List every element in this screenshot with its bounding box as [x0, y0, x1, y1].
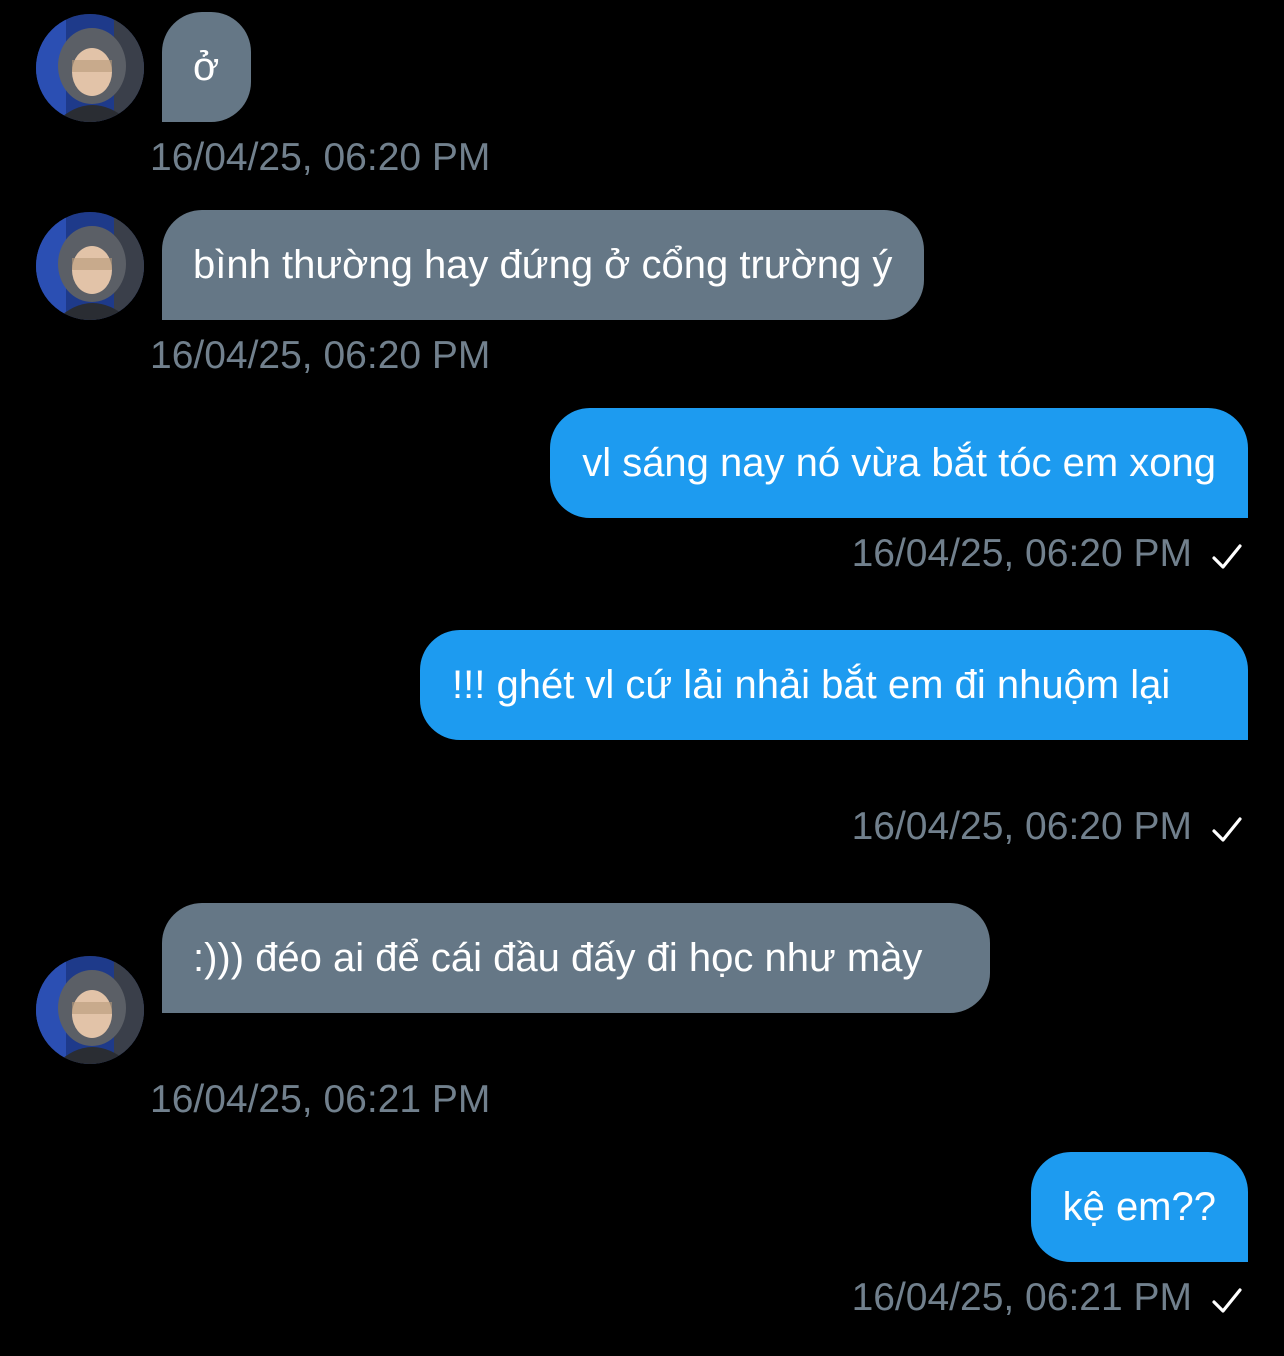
message-timestamp: 16/04/25, 06:20 PM [150, 136, 491, 179]
message-bubble[interactable]: :))) đéo ai để cái đầu đấy đi học như mà… [162, 903, 990, 1013]
message-bubble[interactable]: ở [162, 12, 252, 122]
avatar[interactable] [36, 212, 144, 320]
message-bubble[interactable]: !!! ghét vl cứ lải nhải bắt em đi nhuộm … [420, 630, 1248, 740]
message-timestamp: 16/04/25, 06:21 PM [851, 1276, 1192, 1319]
message-bubble[interactable]: bình thường hay đứng ở cổng trường ý [162, 210, 925, 320]
check-icon [1212, 1288, 1242, 1313]
avatar[interactable] [36, 14, 144, 122]
message-timestamp: 16/04/25, 06:21 PM [150, 1078, 491, 1121]
message-bubble[interactable]: kệ em?? [1030, 1152, 1248, 1262]
check-icon [1212, 817, 1242, 842]
avatar[interactable] [36, 956, 144, 1064]
message-bubble[interactable]: vl sáng nay nó vừa bắt tóc em xong [550, 408, 1248, 518]
message-timestamp: 16/04/25, 06:20 PM [150, 334, 491, 377]
message-timestamp: 16/04/25, 06:20 PM [851, 532, 1192, 575]
check-icon [1212, 544, 1242, 569]
message-timestamp: 16/04/25, 06:20 PM [851, 805, 1192, 848]
